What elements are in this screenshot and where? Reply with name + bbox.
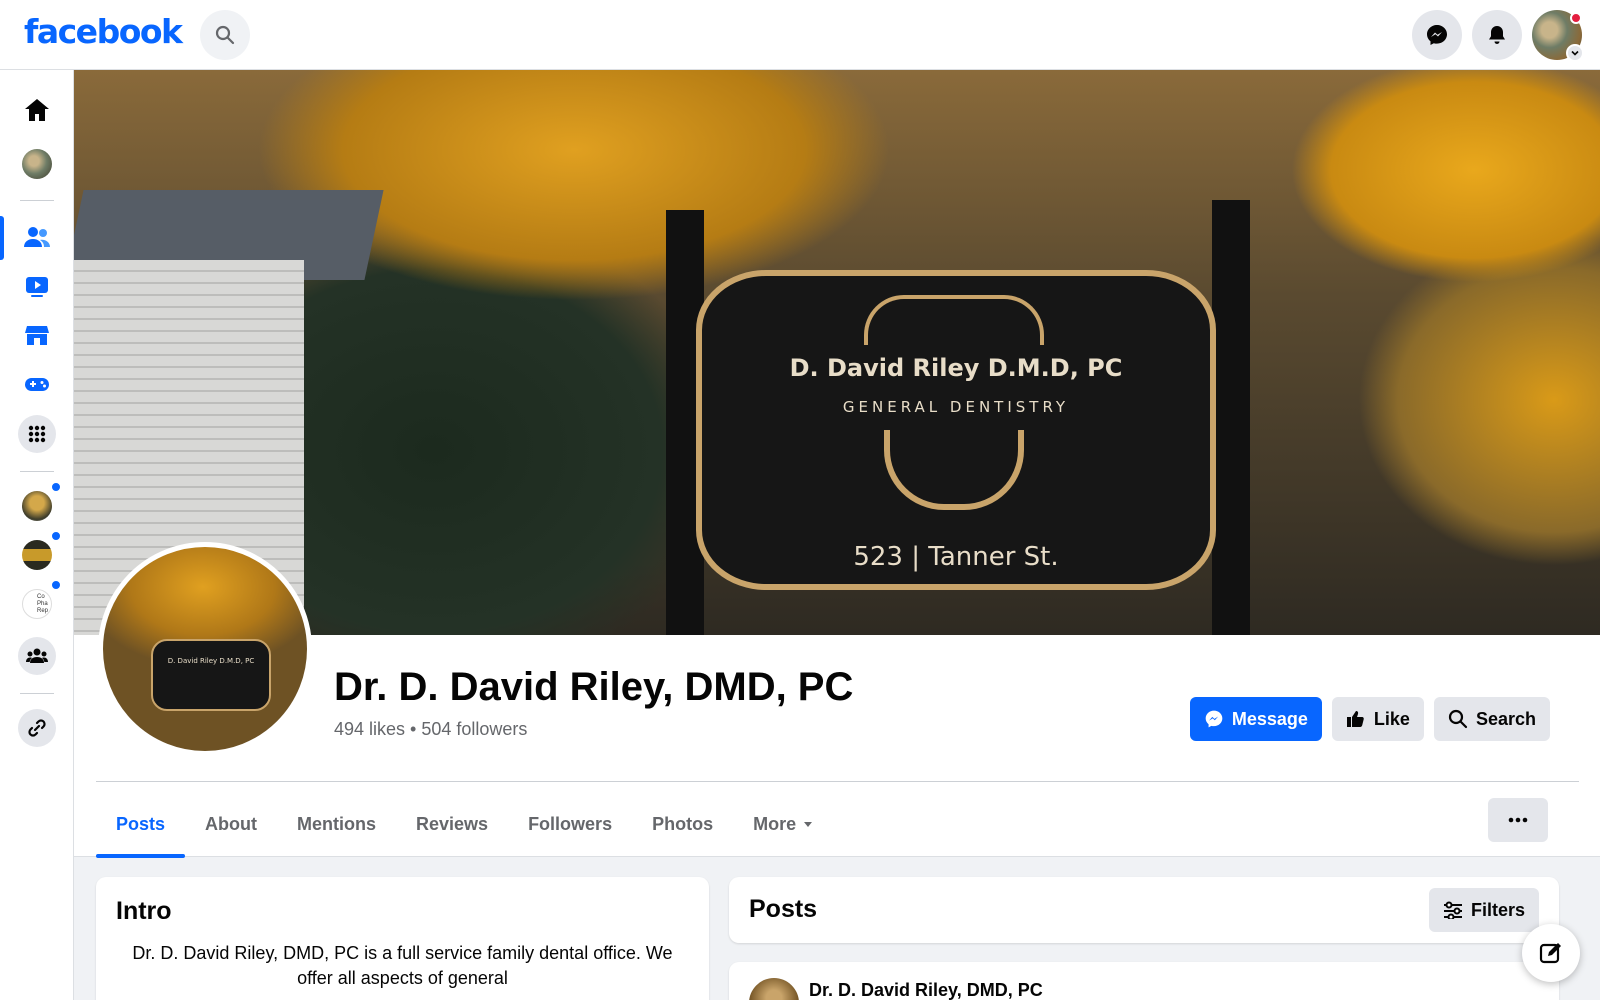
sign-post-right bbox=[1212, 200, 1250, 635]
sliders-icon bbox=[1443, 901, 1462, 919]
rail-profile[interactable] bbox=[18, 145, 56, 183]
more-options-button[interactable] bbox=[1488, 798, 1548, 842]
link-icon bbox=[28, 719, 46, 737]
rail-watch[interactable] bbox=[18, 267, 56, 305]
store-icon bbox=[25, 326, 49, 345]
rail-link[interactable] bbox=[18, 709, 56, 747]
filters-button[interactable]: Filters bbox=[1428, 888, 1539, 932]
page-title: Dr. D. David Riley, DMD, PC bbox=[334, 665, 854, 709]
sign-subtitle: GENERAL DENTISTRY bbox=[842, 398, 1070, 416]
intro-card: Intro Dr. D. David Riley, DMD, PC is a f… bbox=[96, 877, 709, 1000]
profile-picture[interactable]: D. David Riley D.M.D, PC bbox=[98, 542, 312, 756]
filters-label: Filters bbox=[1470, 899, 1525, 920]
chevron-down-icon bbox=[1566, 44, 1584, 62]
friends-icon bbox=[24, 227, 50, 247]
home-icon bbox=[25, 99, 49, 121]
profile-sign bbox=[151, 639, 271, 711]
tab-more-label: More bbox=[753, 813, 797, 834]
profile-actions: Message Like Search bbox=[1189, 697, 1550, 741]
intro-text: Dr. D. David Riley, DMD, PC is a full se… bbox=[132, 943, 673, 988]
cover-photo[interactable]: D. David Riley D.M.D, PC GENERAL DENTIST… bbox=[74, 70, 1600, 635]
rail-shortcut-2[interactable] bbox=[18, 530, 62, 574]
profile-sign-text: D. David Riley D.M.D, PC bbox=[167, 657, 255, 665]
sign-title: D. David Riley D.M.D, PC bbox=[789, 354, 1123, 382]
tab-photos[interactable]: Photos bbox=[632, 790, 733, 858]
tab-followers[interactable]: Followers bbox=[508, 790, 632, 858]
search-label: Search bbox=[1475, 708, 1536, 729]
messenger-icon bbox=[1205, 710, 1223, 728]
tab-reviews[interactable]: Reviews bbox=[396, 790, 508, 858]
ellipsis-icon bbox=[1508, 817, 1528, 823]
search-icon bbox=[215, 25, 235, 45]
unread-dot bbox=[50, 530, 62, 542]
rail-shortcut-1[interactable] bbox=[18, 481, 62, 525]
tab-mentions[interactable]: Mentions bbox=[277, 790, 396, 858]
page-thumbnail bbox=[22, 540, 52, 570]
grid-icon bbox=[28, 425, 46, 443]
rail-shortcut-3[interactable]: Co Pha Rep bbox=[18, 579, 62, 623]
new-message-button[interactable] bbox=[1522, 924, 1580, 982]
video-icon bbox=[26, 277, 48, 297]
tab-about[interactable]: About bbox=[185, 790, 277, 858]
search-button[interactable] bbox=[200, 10, 250, 60]
like-label: Like bbox=[1373, 708, 1410, 729]
rail-marketplace[interactable] bbox=[18, 316, 56, 354]
search-icon bbox=[1448, 709, 1468, 729]
profile-tabs: Posts About Mentions Reviews Followers P… bbox=[96, 790, 834, 858]
account-avatar[interactable] bbox=[1532, 10, 1584, 62]
avatar bbox=[22, 149, 52, 179]
left-navigation-rail: Co Pha Rep bbox=[0, 70, 74, 1000]
top-right-controls bbox=[1412, 10, 1584, 62]
notification-dot bbox=[1570, 12, 1582, 24]
top-navigation-bar: facebook bbox=[0, 0, 1600, 70]
posts-title: Posts bbox=[749, 895, 818, 923]
rail-friends[interactable] bbox=[18, 218, 56, 256]
rail-divider bbox=[20, 200, 54, 201]
post-author-name[interactable]: Dr. D. David Riley, DMD, PC bbox=[809, 980, 1043, 1000]
page-thumbnail bbox=[22, 491, 52, 521]
post-card: Dr. D. David Riley, DMD, PC bbox=[729, 962, 1559, 1000]
intro-title: Intro bbox=[116, 897, 172, 925]
page-stats[interactable]: 494 likes • 504 followers bbox=[334, 719, 527, 740]
messenger-icon bbox=[1427, 25, 1447, 45]
bell-icon bbox=[1489, 26, 1505, 44]
rail-divider bbox=[20, 471, 54, 472]
game-controller-icon bbox=[25, 378, 49, 391]
tab-more[interactable]: More bbox=[733, 790, 834, 858]
tooth-outline-top bbox=[864, 295, 1044, 345]
rail-divider bbox=[20, 693, 54, 694]
post-author-avatar[interactable] bbox=[749, 978, 799, 1000]
rail-gaming[interactable] bbox=[18, 365, 56, 403]
facebook-logo[interactable]: facebook bbox=[24, 12, 183, 51]
rail-groups[interactable] bbox=[18, 637, 56, 675]
message-button[interactable]: Message bbox=[1189, 697, 1322, 741]
unread-dot bbox=[50, 481, 62, 493]
sign-address: 523 | Tanner St. bbox=[853, 542, 1059, 572]
header-divider bbox=[96, 781, 1579, 782]
groups-icon bbox=[26, 648, 48, 663]
search-page-button[interactable]: Search bbox=[1433, 697, 1550, 741]
page-thumbnail: Co Pha Rep bbox=[22, 589, 52, 619]
compose-icon bbox=[1539, 943, 1561, 964]
unread-dot bbox=[50, 579, 62, 591]
tab-posts[interactable]: Posts bbox=[96, 790, 186, 858]
like-button[interactable]: Like bbox=[1331, 697, 1424, 741]
active-indicator bbox=[0, 216, 4, 260]
caret-down-icon bbox=[804, 822, 813, 827]
rail-home[interactable] bbox=[18, 91, 56, 129]
notifications-button[interactable] bbox=[1472, 10, 1522, 60]
posts-header-card: Posts Filters bbox=[729, 877, 1559, 943]
message-label: Message bbox=[1231, 708, 1308, 729]
thumbs-up-icon bbox=[1346, 711, 1364, 727]
rail-menu[interactable] bbox=[18, 415, 56, 453]
shortcut-label: Co Pha Rep bbox=[37, 593, 49, 614]
messenger-button[interactable] bbox=[1412, 10, 1462, 60]
